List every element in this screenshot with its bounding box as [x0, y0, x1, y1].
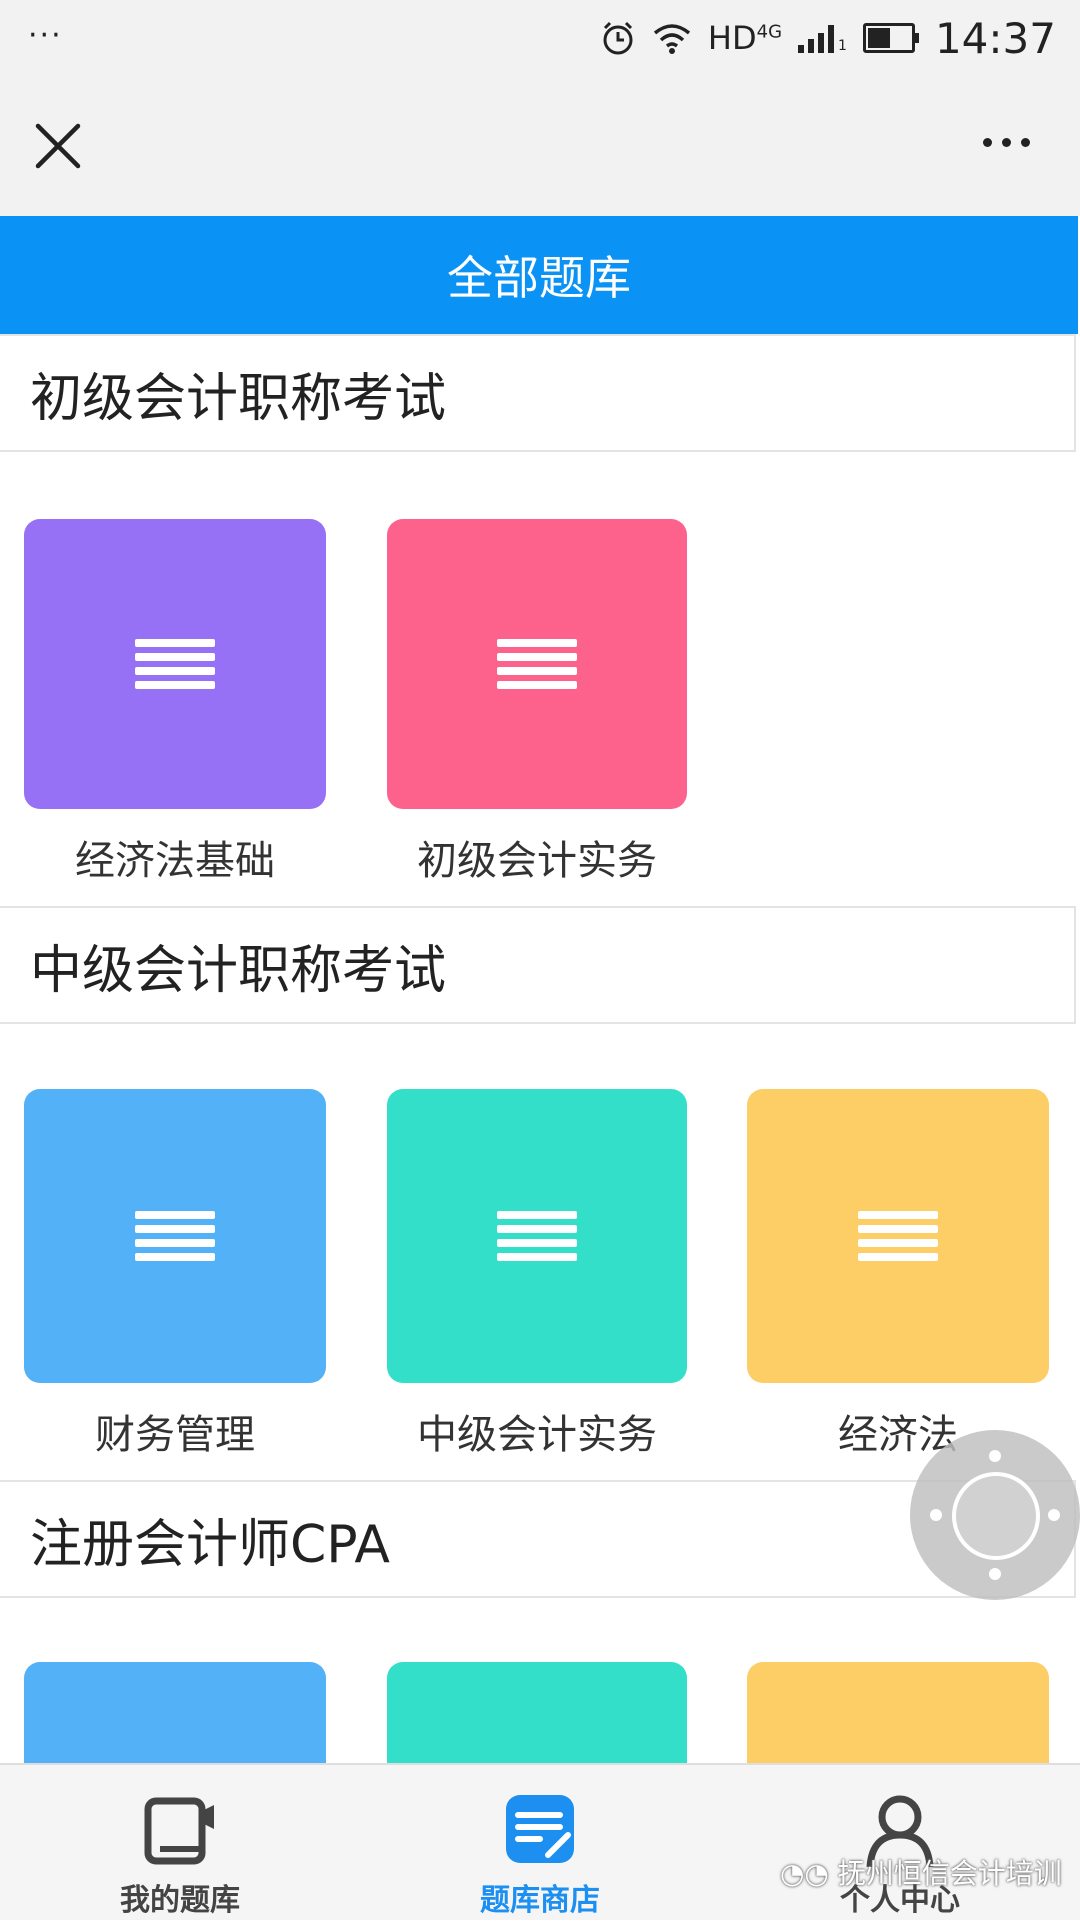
notification-dots: ··· — [28, 18, 63, 53]
list-icon — [497, 639, 577, 689]
tile-label[interactable]: 财务管理 — [0, 1402, 355, 1460]
list-icon — [858, 1211, 938, 1261]
clock: 14:37 — [934, 13, 1056, 63]
watermark: ◔◔ 抚州恒信会计培训 — [780, 1857, 1062, 1890]
list-icon — [135, 1211, 215, 1261]
more-icon[interactable] — [983, 138, 1030, 147]
tile-intermediate-accounting-practice[interactable] — [387, 1089, 687, 1383]
section-header-junior: 初级会计职称考试 — [0, 334, 1076, 452]
nav-item-my-question-bank[interactable]: 我的题库 — [0, 1765, 360, 1922]
tile-label[interactable]: 初级会计实务 — [357, 828, 717, 886]
tile-junior-accounting-practice[interactable] — [387, 519, 687, 809]
tile-label[interactable]: 经济法基础 — [0, 828, 355, 886]
assistive-center-icon — [952, 1472, 1040, 1560]
tile-label[interactable]: 中级会计实务 — [357, 1402, 717, 1460]
tile-economic-law-basics[interactable] — [24, 519, 326, 809]
nav-item-question-store[interactable]: 题库商店 — [360, 1765, 720, 1922]
webview-titlebar — [0, 72, 1080, 216]
battery-icon — [862, 23, 919, 53]
bottom-navigation: 我的题库 题库商店 个人中心 — [0, 1763, 1080, 1920]
tile-economic-law[interactable] — [747, 1089, 1049, 1383]
wifi-icon — [653, 24, 691, 54]
page-title: 全部题库 — [447, 251, 631, 305]
network-type: HD4G — [707, 19, 783, 57]
floating-assistive-button[interactable] — [910, 1430, 1080, 1600]
status-bar: ··· HD4G 1 14:37 — [0, 0, 1080, 72]
nav-item-personal-center[interactable]: 个人中心 — [720, 1765, 1080, 1922]
signal-icon: 1 — [798, 23, 847, 53]
wechat-icon: ◔◔ — [780, 1857, 838, 1890]
alarm-icon — [603, 21, 633, 55]
list-icon — [497, 1211, 577, 1261]
book-icon — [144, 1797, 214, 1865]
tile-financial-management[interactable] — [24, 1089, 326, 1383]
store-icon — [506, 1795, 574, 1863]
list-icon — [135, 639, 215, 689]
section-header-intermediate: 中级会计职称考试 — [0, 906, 1076, 1024]
close-icon[interactable] — [32, 120, 84, 172]
page-title-banner: 全部题库 — [0, 216, 1078, 334]
